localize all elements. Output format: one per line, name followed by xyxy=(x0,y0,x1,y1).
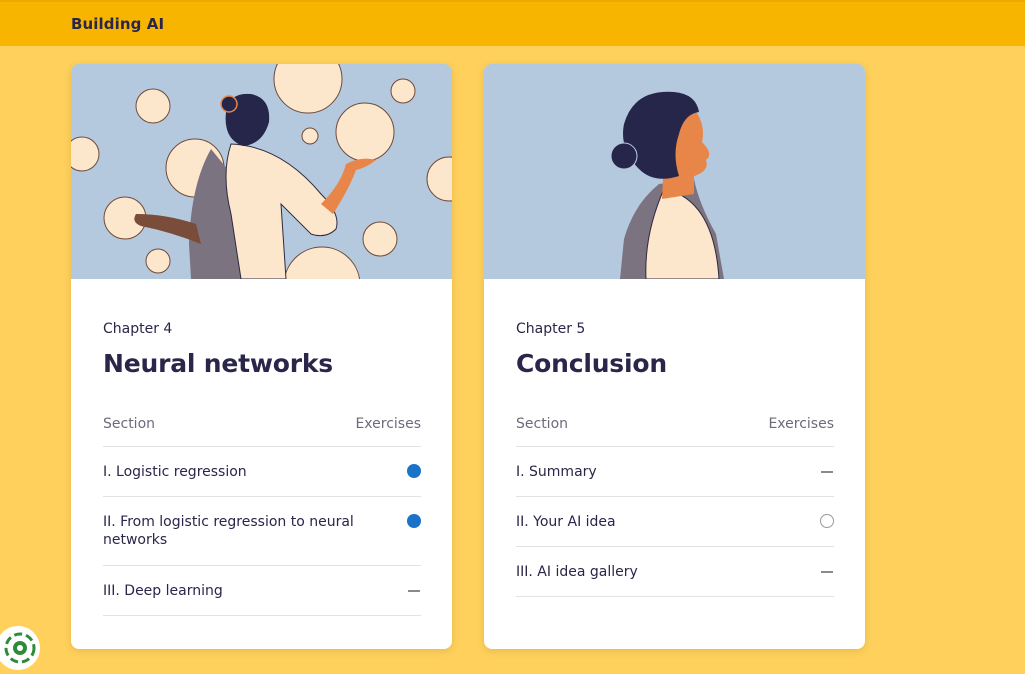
section-row[interactable]: III. Deep learning xyxy=(103,566,421,616)
chapter-card-4[interactable]: Chapter 4 Neural networks Section Exerci… xyxy=(71,64,452,649)
section-link[interactable]: II. Your AI idea xyxy=(516,513,786,531)
section-row[interactable]: II. From logistic regression to neural n… xyxy=(103,497,421,566)
section-row[interactable]: II. Your AI idea xyxy=(516,497,834,547)
chapter-illustration xyxy=(484,64,865,279)
section-link[interactable]: I. Summary xyxy=(516,463,786,481)
top-bar: Building AI xyxy=(0,0,1025,46)
section-row[interactable]: III. AI idea gallery xyxy=(516,547,834,597)
section-link[interactable]: I. Logistic regression xyxy=(103,463,373,481)
chapter-title: Neural networks xyxy=(103,349,333,378)
chapter-card-5[interactable]: Chapter 5 Conclusion Section Exercises I… xyxy=(484,64,865,649)
column-header-section: Section xyxy=(103,416,156,432)
table-header: Section Exercises xyxy=(516,416,834,447)
section-link[interactable]: III. AI idea gallery xyxy=(516,563,786,581)
section-link[interactable]: II. From logistic regression to neural n… xyxy=(103,513,373,549)
chapter-number: Chapter 5 xyxy=(516,321,586,337)
chapter-illustration xyxy=(71,64,452,279)
chapter-number: Chapter 4 xyxy=(103,321,173,337)
column-header-exercises: Exercises xyxy=(768,416,834,432)
exercise-completed-icon xyxy=(407,514,421,528)
section-row[interactable]: I. Summary xyxy=(516,447,834,497)
section-row[interactable]: I. Logistic regression xyxy=(103,447,421,497)
section-table: Section Exercises I. Logistic regression… xyxy=(103,416,421,616)
no-exercise-dash-icon xyxy=(820,464,834,478)
chapter-title: Conclusion xyxy=(516,349,667,378)
column-header-section: Section xyxy=(516,416,569,432)
course-title[interactable]: Building AI xyxy=(71,15,164,33)
accessibility-widget-icon[interactable] xyxy=(0,626,40,670)
section-link[interactable]: III. Deep learning xyxy=(103,582,373,600)
table-header: Section Exercises xyxy=(103,416,421,447)
no-exercise-dash-icon xyxy=(820,564,834,578)
section-table: Section Exercises I. Summary II. Your AI… xyxy=(516,416,834,597)
column-header-exercises: Exercises xyxy=(355,416,421,432)
no-exercise-dash-icon xyxy=(407,583,421,597)
exercise-not-started-icon xyxy=(820,514,834,528)
exercise-completed-icon xyxy=(407,464,421,478)
